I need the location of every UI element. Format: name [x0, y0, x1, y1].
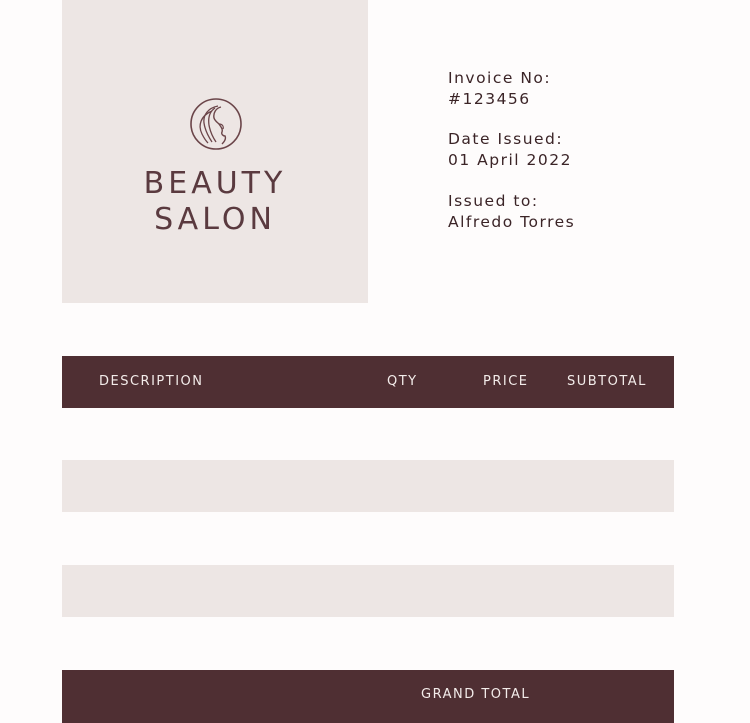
issued-to-block: Issued to: Alfredo Torres: [448, 191, 575, 233]
grand-total-label: GRAND TOTAL: [421, 687, 531, 702]
invoice-number-block: Invoice No: #123456: [448, 68, 551, 110]
table-row: [62, 617, 674, 669]
brand-name-line-1: BEAUTY: [143, 166, 287, 201]
table-row: [62, 565, 674, 617]
date-issued-value: 01 April 2022: [448, 151, 572, 169]
invoice-number-label: Invoice No:: [448, 69, 552, 87]
table-row: [62, 460, 674, 512]
woman-profile-icon: [190, 98, 242, 150]
logo-panel: BEAUTY SALON: [62, 0, 368, 303]
issued-to-label: Issued to:: [448, 192, 539, 210]
issued-to-value: Alfredo Torres: [448, 213, 576, 231]
grand-total-bar: GRAND TOTAL: [62, 670, 674, 723]
table-row: [62, 512, 674, 564]
date-issued-label: Date Issued:: [448, 130, 564, 148]
invoice-number-value: #123456: [448, 90, 531, 108]
table-header: DESCRIPTION QTY PRICE SUBTOTAL: [62, 356, 674, 408]
date-issued-block: Date Issued: 01 April 2022: [448, 129, 572, 171]
table-row: [62, 408, 674, 460]
brand-name-line-2: SALON: [154, 202, 276, 237]
column-header-price: PRICE: [483, 374, 529, 389]
column-header-description: DESCRIPTION: [99, 374, 204, 389]
column-header-subtotal: SUBTOTAL: [567, 374, 647, 389]
column-header-qty: QTY: [387, 374, 418, 389]
